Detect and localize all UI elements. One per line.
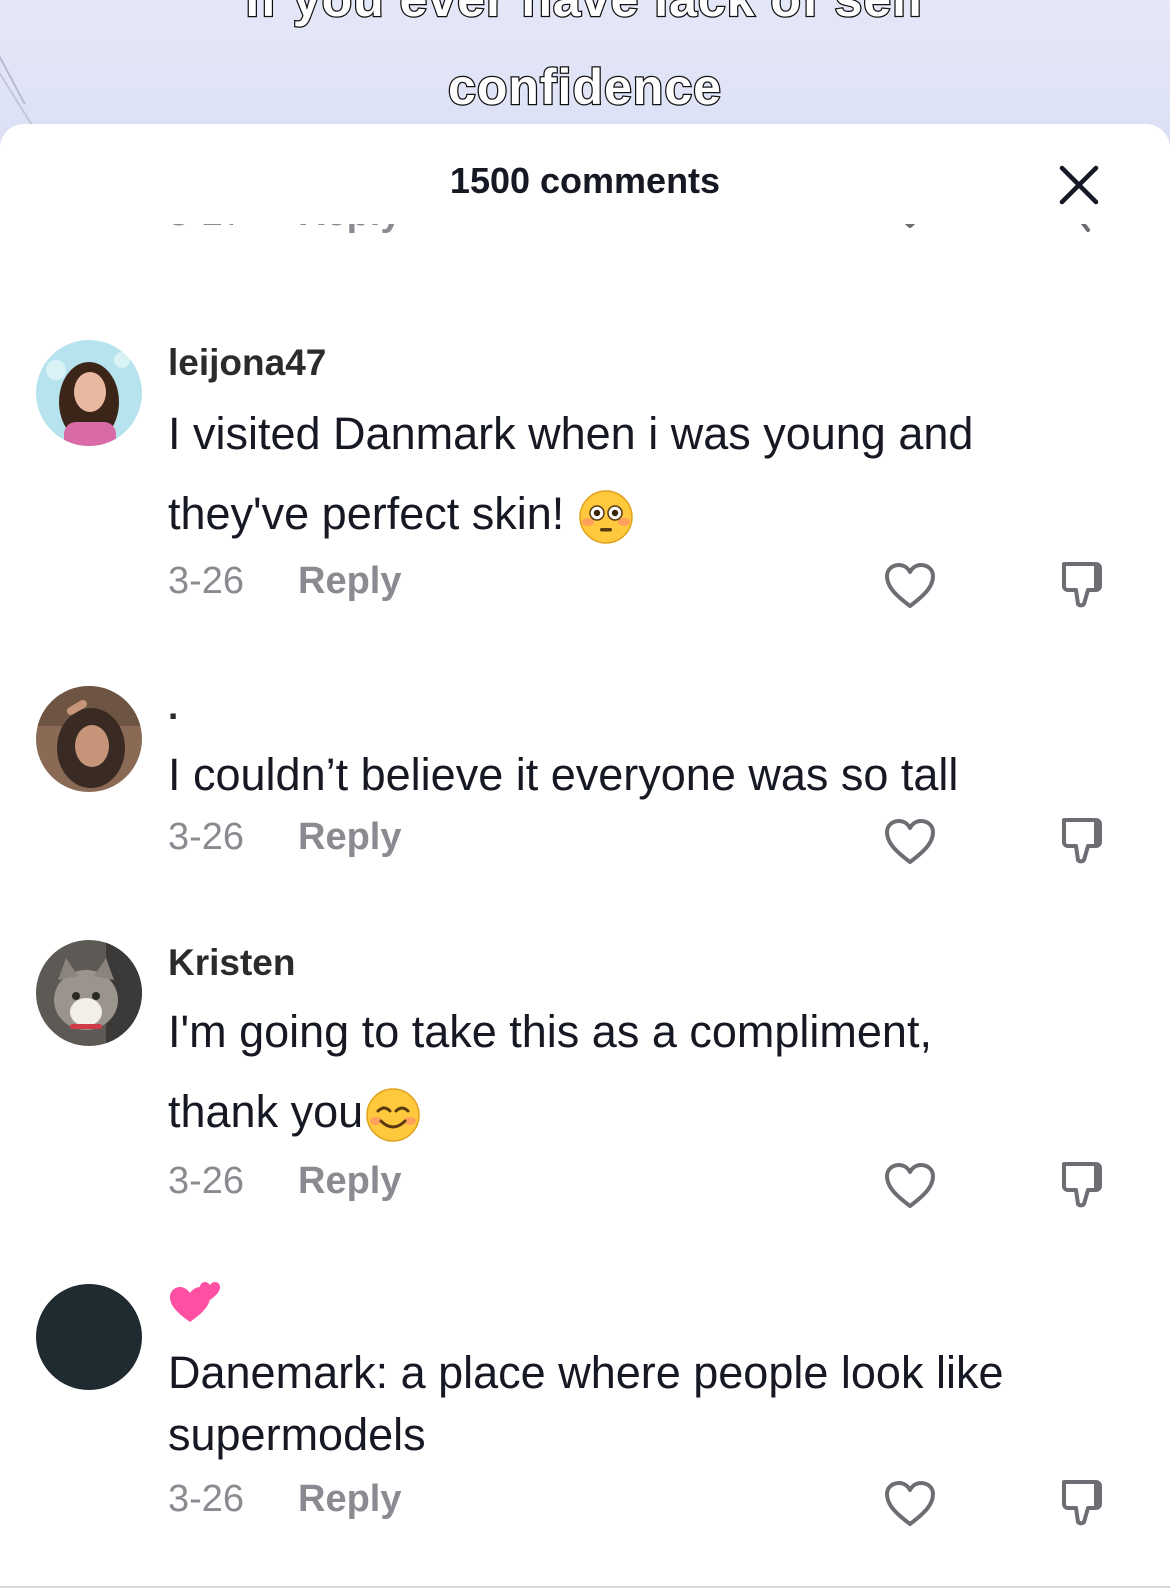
dislike-icon[interactable]	[1058, 224, 1110, 232]
two-hearts-emoji	[170, 1282, 220, 1322]
comment-text-line: supermodels	[168, 1409, 426, 1460]
dislike-icon[interactable]	[1058, 814, 1110, 866]
reply-button[interactable]: Reply	[298, 1478, 401, 1521]
comment-text-fragment: they've perfect skin!	[168, 488, 565, 539]
reply-button[interactable]: Reply	[298, 560, 401, 603]
comment-date: 3-26	[168, 816, 245, 858]
like-icon[interactable]	[884, 562, 936, 610]
comment-text-fragment: thank you	[168, 1086, 364, 1137]
comment-username[interactable]: leijona47	[168, 342, 326, 384]
like-icon[interactable]	[884, 1480, 936, 1528]
comment-item: Danemark: a place where people look like…	[0, 1278, 1170, 1588]
video-caption-line2: confidence	[447, 58, 722, 117]
partial-comment-row: 3-27 Reply	[0, 224, 1170, 262]
comment-username[interactable]	[168, 1278, 224, 1335]
reply-button[interactable]: Reply	[298, 1160, 401, 1203]
comment-text: I couldn’t believe it everyone was so ta…	[168, 749, 959, 800]
avatar[interactable]	[36, 340, 142, 446]
comments-count-title: 1500 comments	[449, 160, 721, 201]
dislike-icon[interactable]	[1058, 1158, 1110, 1210]
comment-text-line: they've perfect skin!	[168, 474, 1088, 554]
flushed-face-emoji	[579, 490, 634, 544]
comment-text-line: Danemark: a place where people look like	[168, 1347, 1004, 1398]
comment-text: I'm going to take this as a compliment, …	[168, 992, 1088, 1152]
comments-list[interactable]: 3-27 Reply leijona47	[0, 224, 1170, 1588]
video-caption-line1: if you ever have lack of self	[0, 0, 1170, 28]
reply-button[interactable]: Reply	[298, 224, 401, 235]
comment-text: Danemark: a place where people look like…	[168, 1342, 1088, 1466]
comment-date: 3-26	[168, 560, 245, 602]
comment-text: I visited Danmark when i was young and t…	[168, 394, 1088, 554]
like-icon[interactable]	[884, 818, 936, 866]
avatar[interactable]	[36, 686, 142, 792]
comment-text-line: thank you	[168, 1072, 1088, 1152]
like-icon[interactable]	[884, 1162, 936, 1210]
comments-sheet: 1500 comments 3-27 Reply	[0, 124, 1170, 1588]
comment-username[interactable]: Kristen	[168, 942, 295, 984]
comment-item: . I couldn’t believe it everyone was so …	[0, 680, 1170, 910]
comment-item: leijona47 I visited Danmark when i was y…	[0, 334, 1170, 634]
comment-date: 3-26	[168, 1160, 245, 1202]
comment-text-line: I'm going to take this as a compliment,	[168, 1006, 932, 1057]
close-icon[interactable]	[1056, 162, 1102, 208]
dislike-icon[interactable]	[1058, 558, 1110, 610]
avatar[interactable]	[36, 940, 142, 1046]
like-icon[interactable]	[884, 224, 936, 228]
comment-item: Kristen I'm going to take this as a comp…	[0, 934, 1170, 1234]
comment-username[interactable]: .	[168, 686, 178, 728]
dislike-icon[interactable]	[1058, 1476, 1110, 1528]
avatar[interactable]	[36, 1284, 142, 1390]
comment-date: 3-26	[168, 1478, 245, 1520]
comment-text-line: I visited Danmark when i was young and	[168, 408, 974, 459]
comment-date: 3-27	[168, 224, 244, 235]
reply-button[interactable]: Reply	[298, 816, 401, 859]
smiling-face-emoji	[366, 1088, 420, 1142]
